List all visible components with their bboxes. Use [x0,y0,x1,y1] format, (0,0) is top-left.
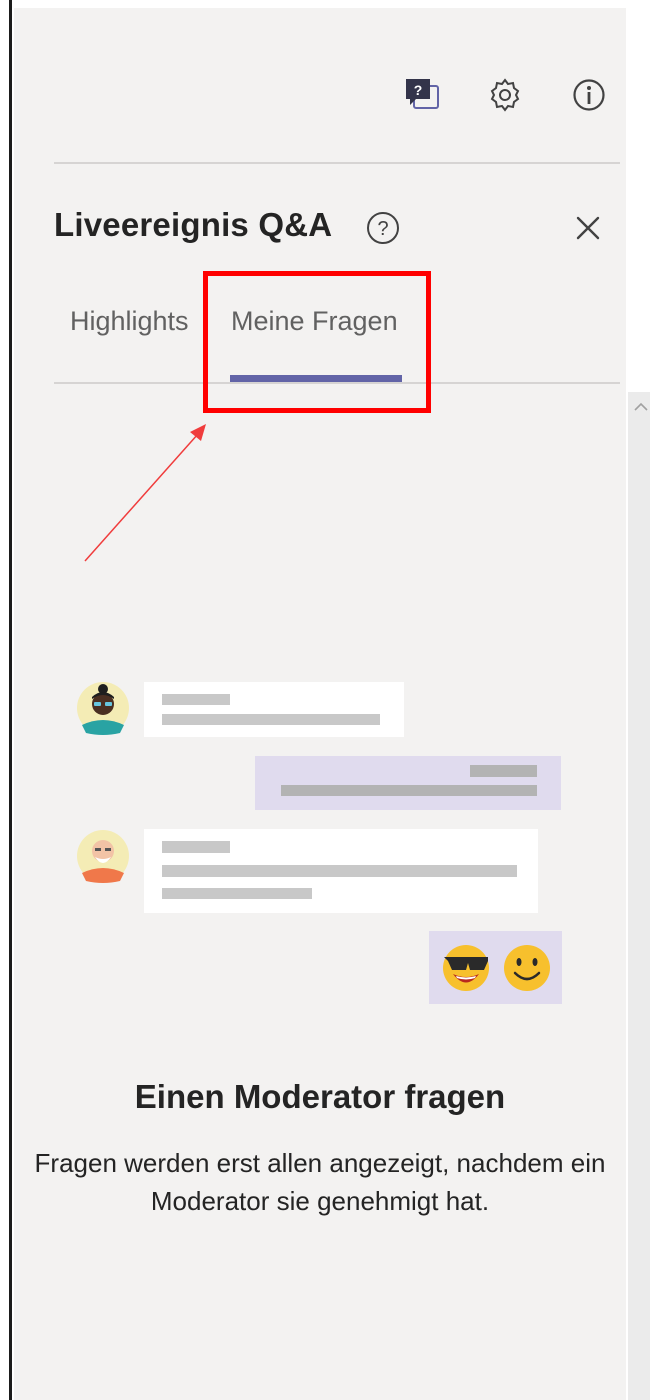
chat-illustration [77,682,562,1004]
avatar [77,682,129,735]
empty-state-description: Fragen werden erst allen angezeigt, nach… [0,1144,640,1220]
panel-title: Liveereignis Q&A [54,206,333,243]
smile-emoji-icon [504,945,550,991]
sunglasses-emoji-icon [443,945,489,991]
annotation-highlight-box [203,271,431,413]
info-icon[interactable] [570,76,608,114]
scroll-up-icon[interactable] [634,402,648,412]
tab-highlights[interactable]: Highlights [70,306,189,337]
empty-state-heading: Einen Moderator fragen [134,1078,506,1115]
empty-state-description-line: Moderator sie genehmigt hat. [150,1186,490,1216]
scrollbar[interactable] [628,392,650,1400]
avatar [77,830,129,883]
help-icon[interactable]: ? [366,211,400,245]
annotation-arrow [84,424,206,562]
gear-icon[interactable] [486,76,524,114]
qa-icon[interactable]: ? [404,76,442,114]
empty-state-description-line: Fragen werden erst allen angezeigt, nach… [34,1148,606,1178]
svg-text:?: ? [414,82,423,98]
header-divider [54,162,620,164]
close-icon[interactable] [570,210,606,246]
svg-text:?: ? [377,218,388,240]
